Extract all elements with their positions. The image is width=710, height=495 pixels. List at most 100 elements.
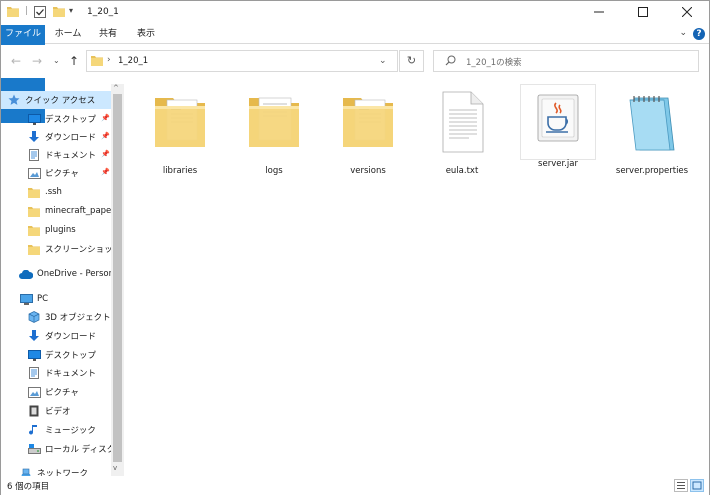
sidebar-item-desktop[interactable]: デスクトップ	[1, 110, 111, 128]
chevron-up-icon[interactable]: ^	[113, 84, 119, 92]
sidebar-item-music[interactable]: ミュージック	[1, 421, 111, 439]
sidebar-item-minecraft-paper[interactable]: minecraft_paper	[1, 202, 111, 220]
recent-locations-button[interactable]: ⌄	[53, 56, 60, 65]
pin-icon[interactable]: 📌	[101, 132, 110, 140]
chevron-down-icon[interactable]: v	[113, 464, 117, 472]
maximize-icon	[638, 6, 648, 20]
sidebar-item-3d-objects[interactable]: 3D オブジェクト	[1, 308, 111, 326]
folder-documents-icon	[155, 98, 205, 147]
back-button[interactable]: ←	[11, 54, 21, 68]
pin-icon[interactable]: 📌	[101, 114, 110, 122]
file-list: libraries logs versions eula.txt server.…	[126, 78, 706, 476]
file-name: libraries	[162, 166, 198, 176]
close-button[interactable]	[665, 1, 709, 25]
sidebar-item-label: ビデオ	[45, 407, 71, 417]
sidebar-item-screenshots[interactable]: スクリーンショット	[1, 240, 111, 258]
java-file-icon	[537, 94, 579, 142]
sidebar-item-pc-documents[interactable]: ドキュメント	[1, 364, 111, 382]
sidebar-item-downloads[interactable]: ダウンロード	[1, 128, 111, 146]
details-view-button[interactable]	[674, 479, 688, 492]
file-item-server-jar[interactable]: server.jar	[520, 84, 596, 169]
tab-view[interactable]: 表示	[131, 25, 161, 44]
download-icon	[27, 131, 41, 143]
sidebar-item-plugins[interactable]: plugins	[1, 221, 111, 239]
tab-home[interactable]: ホーム	[49, 25, 87, 44]
sidebar-item-ssh[interactable]: .ssh	[1, 183, 111, 201]
properties-icon[interactable]	[34, 6, 46, 18]
folder-paper-icon	[249, 97, 299, 147]
sidebar-item-pc[interactable]: PC	[1, 290, 111, 308]
music-icon	[27, 424, 41, 436]
customize-qat-icon[interactable]: ▾	[69, 6, 73, 15]
tab-share[interactable]: 共有	[93, 25, 123, 44]
download-icon	[27, 330, 41, 342]
desktop-icon	[27, 113, 41, 125]
item-count: 6 個の項目	[7, 482, 50, 492]
3d-objects-icon	[27, 311, 41, 323]
sidebar-item-onedrive[interactable]: OneDrive - Person	[1, 265, 111, 283]
sidebar-item-label: クイック アクセス	[25, 96, 96, 106]
arrow-right-icon: →	[32, 54, 43, 68]
file-item-versions[interactable]: versions	[329, 86, 407, 184]
large-icons-view-button[interactable]	[690, 479, 704, 492]
computer-icon	[19, 293, 33, 305]
breadcrumb-chevron-icon[interactable]: ›	[107, 55, 111, 65]
file-name: versions	[350, 166, 386, 176]
sidebar-item-label: ドキュメント	[45, 369, 97, 379]
sidebar-item-local-disk[interactable]: ローカル ディスク (C	[1, 440, 111, 458]
separator-icon: |	[25, 6, 29, 16]
sidebar-item-pc-desktop[interactable]: デスクトップ	[1, 346, 111, 364]
status-bar: 6 個の項目	[1, 477, 709, 495]
sidebar-scrollbar[interactable]: ^ v	[111, 84, 124, 476]
search-box[interactable]: 1_20_1の検索	[433, 50, 699, 72]
sidebar-item-label: ミュージック	[45, 426, 96, 436]
sidebar-item-label: 3D オブジェクト	[45, 313, 111, 323]
file-name: server.jar	[538, 159, 578, 169]
pictures-icon	[27, 386, 41, 398]
help-icon[interactable]: ?	[693, 28, 705, 40]
file-name: logs	[265, 166, 283, 176]
maximize-button[interactable]	[621, 1, 665, 25]
pictures-icon	[27, 167, 41, 179]
navigation-pane: クイック アクセス デスクトップ 📌 ダウンロード 📌 ドキュメント 📌 ピクチ…	[1, 84, 124, 476]
title-bar: | ▾ 1_20_1	[1, 1, 709, 25]
file-name: eula.txt	[445, 166, 479, 176]
pin-icon[interactable]: 📌	[101, 168, 110, 176]
sidebar-item-pc-pictures[interactable]: ピクチャ	[1, 383, 111, 401]
file-item-server-properties[interactable]: server.properties	[610, 86, 694, 184]
chevron-down-icon[interactable]: ⌄	[679, 28, 687, 38]
file-item-libraries[interactable]: libraries	[141, 86, 219, 184]
arrow-up-icon: ↑	[69, 54, 80, 68]
refresh-button[interactable]: ↻	[399, 50, 424, 72]
sidebar-item-quick-access[interactable]: クイック アクセス	[1, 91, 111, 109]
breadcrumb[interactable]: 1_20_1	[118, 56, 148, 66]
sidebar-item-label: .ssh	[45, 187, 62, 197]
arrow-left-icon: ←	[11, 54, 22, 68]
up-button[interactable]: ↑	[69, 54, 79, 68]
pin-icon[interactable]: 📌	[101, 150, 110, 158]
sidebar-item-network[interactable]: ネットワーク	[1, 464, 111, 476]
scrollbar-thumb[interactable]	[113, 94, 122, 462]
file-item-logs[interactable]: logs	[235, 86, 313, 184]
sidebar-item-label: スクリーンショット	[45, 245, 111, 255]
forward-button[interactable]: →	[32, 54, 42, 68]
close-icon	[681, 6, 693, 20]
explorer-window: | ▾ 1_20_1 ファイル ホーム 共有 表示 ⌄ ? ← → ⌄ ↑ › …	[0, 0, 710, 495]
sidebar-item-pc-downloads[interactable]: ダウンロード	[1, 327, 111, 345]
sidebar-item-pictures[interactable]: ピクチャ	[1, 164, 111, 182]
documents-icon	[27, 149, 41, 161]
drive-icon	[27, 443, 41, 455]
address-dropdown-icon[interactable]: ⌄	[379, 56, 387, 66]
folder-icon	[7, 6, 19, 17]
new-folder-icon[interactable]	[53, 6, 65, 17]
search-input[interactable]: 1_20_1の検索	[466, 56, 522, 68]
sidebar-item-videos[interactable]: ビデオ	[1, 402, 111, 420]
sidebar-item-documents[interactable]: ドキュメント	[1, 146, 111, 164]
file-item-eula[interactable]: eula.txt	[423, 86, 501, 184]
network-icon	[19, 467, 33, 476]
sidebar-item-label: ローカル ディスク (C	[45, 445, 111, 455]
cloud-icon	[19, 268, 33, 280]
sidebar-item-label: ピクチャ	[45, 388, 79, 398]
address-bar[interactable]: › 1_20_1	[86, 50, 398, 72]
minimize-button[interactable]	[577, 1, 621, 25]
